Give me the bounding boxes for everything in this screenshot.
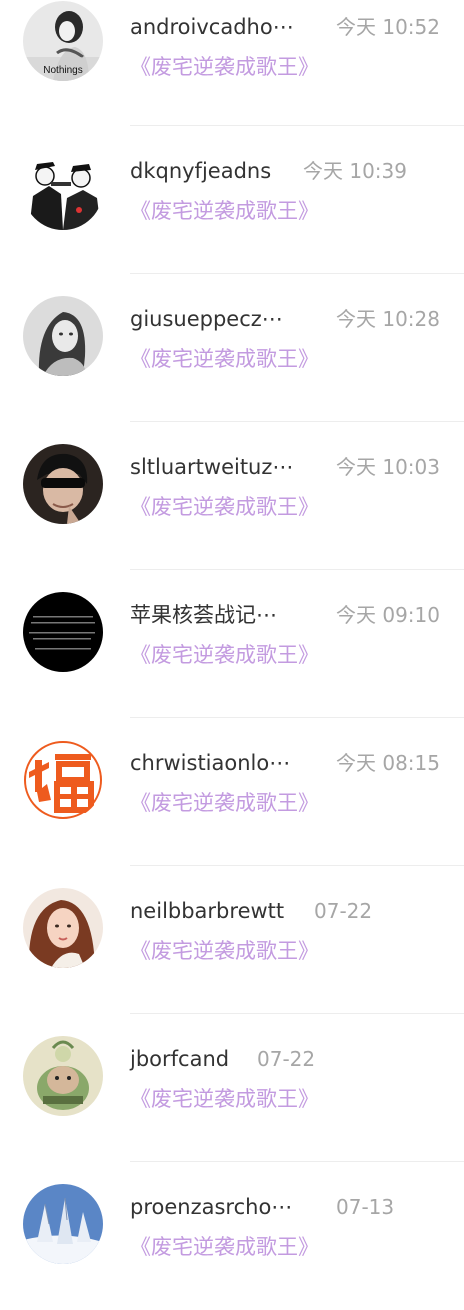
avatar[interactable] — [23, 740, 103, 820]
list-item[interactable]: proenzasrcho⋯ 07-13 《废宅逆袭成歌王》 — [0, 1162, 464, 1310]
avatar[interactable]: Nothings — [23, 1, 103, 81]
list-item[interactable]: neilbbarbrewtt 07-22 《废宅逆袭成歌王》 — [0, 866, 464, 1014]
message-time: 今天 08:15 — [336, 751, 440, 775]
avatar[interactable] — [23, 1184, 103, 1264]
sender-name: chrwistiaonlo⋯ — [130, 751, 291, 775]
sender-name: 苹果核荟战记⋯ — [130, 603, 277, 627]
sender-name: neilbbarbrewtt — [130, 899, 285, 923]
message-time: 今天 10:03 — [336, 455, 440, 479]
list-item[interactable]: sltluartweituz⋯ 今天 10:03 《废宅逆袭成歌王》 — [0, 422, 464, 570]
list-item[interactable]: chrwistiaonlo⋯ 今天 08:15 《废宅逆袭成歌王》 — [0, 718, 464, 866]
sender-name: proenzasrcho⋯ — [130, 1195, 293, 1219]
book-title: 《废宅逆袭成歌王》 — [130, 347, 319, 371]
message-time: 今天 10:52 — [336, 15, 440, 39]
avatar[interactable] — [23, 444, 103, 524]
avatar-label: Nothings — [43, 65, 82, 76]
sender-name: androivcadho⋯ — [130, 15, 294, 39]
message-time: 07-22 — [257, 1047, 316, 1071]
message-time: 07-22 — [314, 899, 373, 923]
sender-name: giusueppecz⋯ — [130, 307, 283, 331]
sender-name: sltluartweituz⋯ — [130, 455, 294, 479]
book-title: 《废宅逆袭成歌王》 — [130, 199, 319, 223]
avatar[interactable] — [23, 296, 103, 376]
list-item[interactable]: Nothings androivcadho⋯ 今天 10:52 《废宅逆袭成歌王… — [0, 0, 464, 126]
book-title: 《废宅逆袭成歌王》 — [130, 55, 319, 79]
message-time: 今天 09:10 — [336, 603, 440, 627]
avatar[interactable] — [23, 888, 103, 968]
avatar[interactable] — [23, 592, 103, 672]
book-title: 《废宅逆袭成歌王》 — [130, 791, 319, 815]
book-title: 《废宅逆袭成歌王》 — [130, 1235, 319, 1259]
sender-name: jborfcand — [130, 1047, 230, 1071]
book-title: 《废宅逆袭成歌王》 — [130, 939, 319, 963]
avatar[interactable] — [23, 1036, 103, 1116]
message-list: Nothings androivcadho⋯ 今天 10:52 《废宅逆袭成歌王… — [0, 0, 464, 1280]
message-time: 07-13 — [336, 1195, 395, 1219]
avatar[interactable] — [23, 150, 103, 230]
list-item[interactable]: giusueppecz⋯ 今天 10:28 《废宅逆袭成歌王》 — [0, 274, 464, 422]
list-item[interactable]: jborfcand 07-22 《废宅逆袭成歌王》 — [0, 1014, 464, 1162]
list-item[interactable]: 苹果核荟战记⋯ 今天 09:10 《废宅逆袭成歌王》 — [0, 570, 464, 718]
book-title: 《废宅逆袭成歌王》 — [130, 495, 319, 519]
message-time: 今天 10:28 — [336, 307, 440, 331]
book-title: 《废宅逆袭成歌王》 — [130, 1087, 319, 1111]
list-item[interactable]: dkqnyfjeadns 今天 10:39 《废宅逆袭成歌王》 — [0, 126, 464, 274]
message-time: 今天 10:39 — [303, 159, 407, 183]
sender-name: dkqnyfjeadns — [130, 159, 272, 183]
book-title: 《废宅逆袭成歌王》 — [130, 643, 319, 667]
